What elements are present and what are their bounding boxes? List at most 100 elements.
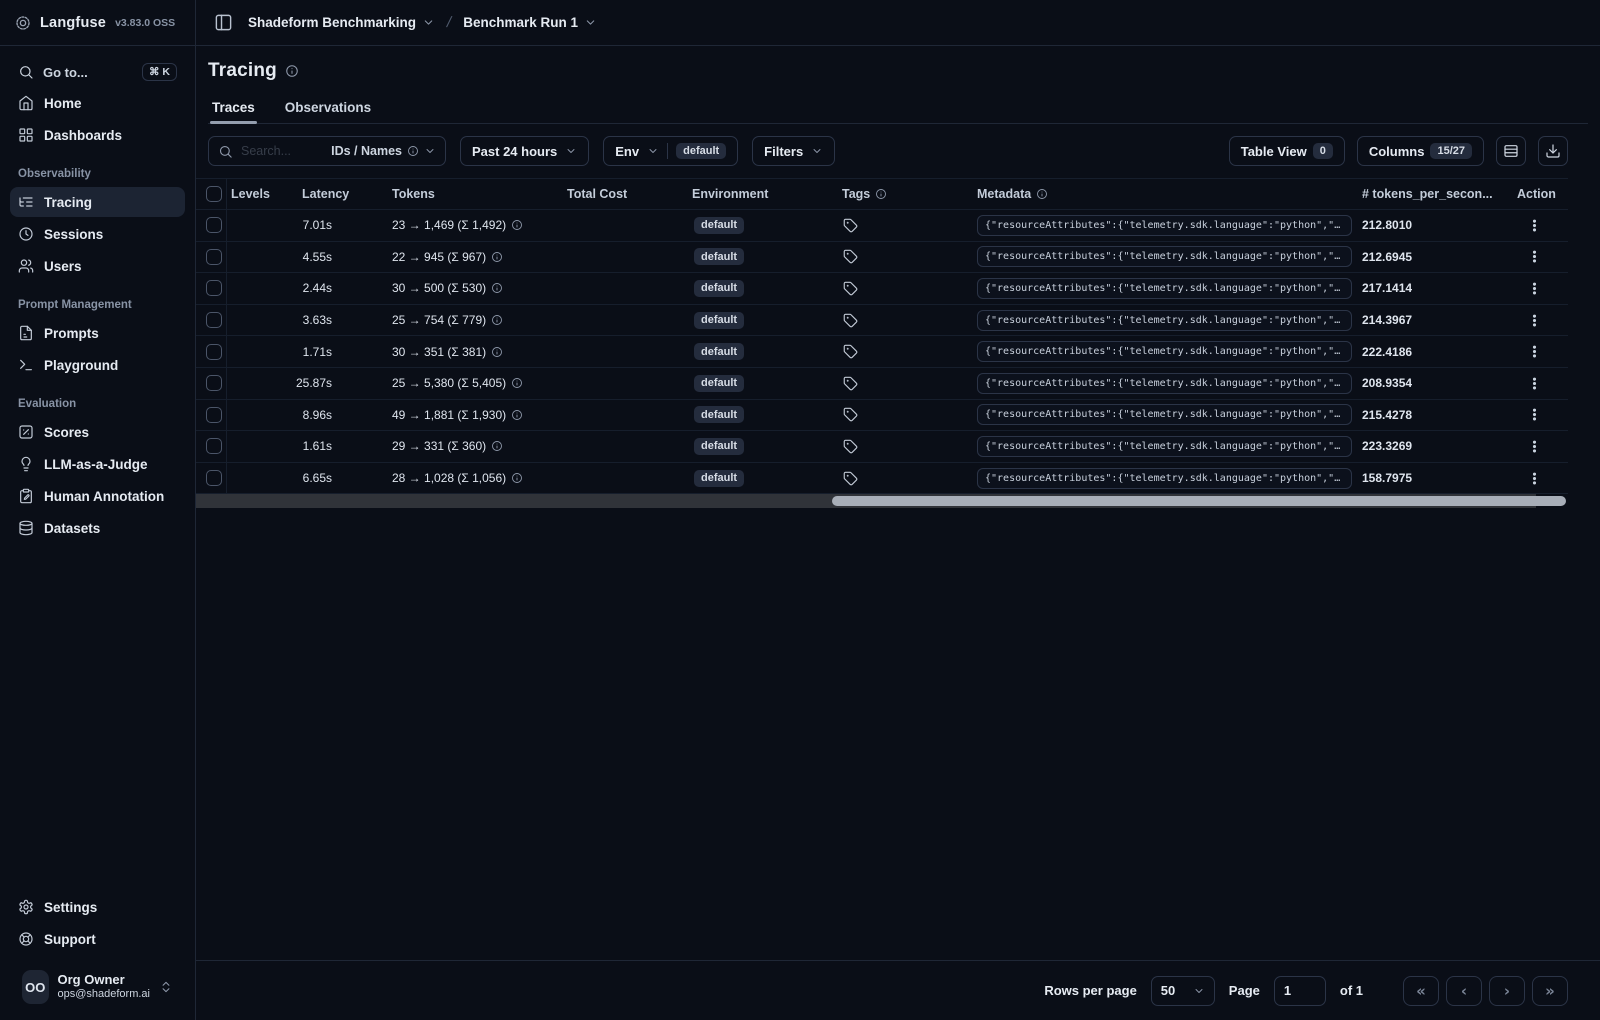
- sidebar-item-sessions[interactable]: Sessions: [10, 219, 185, 249]
- sidebar-item-llm-as-a-judge[interactable]: LLM-as-a-Judge: [10, 449, 185, 479]
- row-checkbox[interactable]: [196, 431, 227, 462]
- column-header-tokens-per-second[interactable]: # tokens_per_secon...: [1358, 187, 1513, 201]
- select-all-checkbox[interactable]: [196, 179, 227, 209]
- breadcrumb-project[interactable]: Benchmark Run 1: [463, 15, 597, 30]
- cell-action[interactable]: [1513, 376, 1568, 391]
- previous-page-button[interactable]: ‹: [1446, 975, 1482, 1006]
- sidebar-item-settings[interactable]: Settings: [10, 892, 185, 922]
- cell-action[interactable]: [1513, 439, 1568, 454]
- user-menu[interactable]: OO Org Owner ops@shadeform.ai: [20, 966, 175, 1008]
- column-header-tokens[interactable]: Tokens: [388, 187, 563, 201]
- sidebar-item-users[interactable]: Users: [10, 251, 185, 281]
- search-control[interactable]: IDs / Names: [208, 136, 446, 166]
- row-checkbox[interactable]: [196, 210, 227, 241]
- row-checkbox[interactable]: [196, 462, 227, 494]
- cell-metadata[interactable]: {"resourceAttributes":{"telemetry.sdk.la…: [973, 246, 1358, 268]
- table-view-button[interactable]: Table View 0: [1228, 136, 1345, 166]
- sidebar-item-dashboards[interactable]: Dashboards: [10, 120, 185, 150]
- export-button[interactable]: [1538, 136, 1568, 166]
- search-mode-selector[interactable]: IDs / Names: [331, 144, 436, 158]
- row-checkbox[interactable]: [196, 399, 227, 431]
- sidebar-item-datasets[interactable]: Datasets: [10, 513, 185, 543]
- cell-action[interactable]: [1513, 407, 1568, 422]
- kebab-menu-icon[interactable]: [1527, 439, 1542, 454]
- kebab-menu-icon[interactable]: [1527, 249, 1542, 264]
- table-row[interactable]: 3.63s 25 → 754 (Σ 779) default {"resourceAt…: [196, 304, 1568, 337]
- row-height-button[interactable]: [1496, 136, 1526, 166]
- table-row[interactable]: 8.96s 49 → 1,881 (Σ 1,930) default {"resour…: [196, 399, 1568, 432]
- kebab-menu-icon[interactable]: [1527, 281, 1542, 296]
- next-page-button[interactable]: ›: [1489, 975, 1525, 1006]
- sidebar-toggle-button[interactable]: [208, 8, 238, 38]
- column-header-metadata[interactable]: Metadata: [973, 187, 1358, 201]
- kebab-menu-icon[interactable]: [1527, 376, 1542, 391]
- last-page-button[interactable]: »: [1532, 975, 1568, 1006]
- row-checkbox[interactable]: [196, 336, 227, 367]
- cell-metadata[interactable]: {"resourceAttributes":{"telemetry.sdk.la…: [973, 277, 1358, 299]
- cell-tags[interactable]: [838, 439, 973, 454]
- env-filter[interactable]: Env default: [603, 136, 739, 166]
- cell-action[interactable]: [1513, 281, 1568, 296]
- kebab-menu-icon[interactable]: [1527, 471, 1542, 486]
- horizontal-scrollbar[interactable]: [196, 494, 1566, 509]
- cell-action[interactable]: [1513, 218, 1568, 233]
- cell-metadata[interactable]: {"resourceAttributes":{"telemetry.sdk.la…: [973, 467, 1358, 489]
- cell-tags[interactable]: [838, 344, 973, 359]
- sidebar-item-support[interactable]: Support: [10, 924, 185, 954]
- cell-tags[interactable]: [838, 313, 973, 328]
- first-page-button[interactable]: «: [1403, 975, 1439, 1006]
- kebab-menu-icon[interactable]: [1527, 344, 1542, 359]
- breadcrumb-org[interactable]: Shadeform Benchmarking: [248, 15, 435, 30]
- table-row[interactable]: 2.44s 30 → 500 (Σ 530) default {"resourceAt…: [196, 273, 1568, 305]
- kebab-menu-icon[interactable]: [1527, 313, 1542, 328]
- sidebar-item-playground[interactable]: Playground: [10, 350, 185, 380]
- sidebar-item-human-annotation[interactable]: Human Annotation: [10, 481, 185, 511]
- cell-metadata[interactable]: {"resourceAttributes":{"telemetry.sdk.la…: [973, 404, 1358, 426]
- cell-action[interactable]: [1513, 344, 1568, 359]
- table-row[interactable]: 7.01s 23 → 1,469 (Σ 1,492) default {"resour…: [196, 210, 1568, 242]
- tab-observations[interactable]: Observations: [283, 94, 373, 123]
- row-checkbox[interactable]: [196, 273, 227, 304]
- table-row[interactable]: 25.87s 25 → 5,380 (Σ 5,405) default {"resou…: [196, 367, 1568, 400]
- sidebar-item-home[interactable]: Home: [10, 88, 185, 118]
- kebab-menu-icon[interactable]: [1527, 407, 1542, 422]
- cell-metadata[interactable]: {"resourceAttributes":{"telemetry.sdk.la…: [973, 214, 1358, 236]
- cell-tags[interactable]: [838, 281, 973, 296]
- cell-tags[interactable]: [838, 471, 973, 486]
- cell-action[interactable]: [1513, 313, 1568, 328]
- search-input[interactable]: [241, 144, 324, 158]
- row-checkbox[interactable]: [196, 367, 227, 399]
- row-checkbox[interactable]: [196, 241, 227, 273]
- filters-button[interactable]: Filters: [752, 136, 836, 166]
- cell-tags[interactable]: [838, 249, 973, 264]
- column-header-latency[interactable]: Latency: [298, 187, 388, 201]
- column-header-levels[interactable]: Levels: [227, 187, 298, 201]
- info-icon[interactable]: [285, 64, 299, 78]
- sidebar-item-prompts[interactable]: Prompts: [10, 318, 185, 348]
- cell-tags[interactable]: [838, 407, 973, 422]
- page-number-input[interactable]: [1273, 975, 1326, 1006]
- cell-metadata[interactable]: {"resourceAttributes":{"telemetry.sdk.la…: [973, 309, 1358, 331]
- cell-tags[interactable]: [838, 218, 973, 233]
- cell-tags[interactable]: [838, 376, 973, 391]
- tab-traces[interactable]: Traces: [210, 94, 257, 124]
- table-row[interactable]: 4.55s 22 → 945 (Σ 967) default {"resourceAt…: [196, 241, 1568, 274]
- time-range-filter[interactable]: Past 24 hours: [460, 136, 590, 166]
- column-header-total-cost[interactable]: Total Cost: [563, 187, 688, 201]
- table-row[interactable]: 1.71s 30 → 351 (Σ 381) default {"resourceAt…: [196, 336, 1568, 368]
- cell-action[interactable]: [1513, 471, 1568, 486]
- table-row[interactable]: 1.61s 29 → 331 (Σ 360) default {"resourceAt…: [196, 431, 1568, 463]
- column-header-tags[interactable]: Tags: [838, 187, 973, 201]
- sidebar-item-scores[interactable]: Scores: [10, 417, 185, 447]
- columns-button[interactable]: Columns 15/27: [1356, 136, 1484, 166]
- cell-metadata[interactable]: {"resourceAttributes":{"telemetry.sdk.la…: [973, 341, 1358, 363]
- table-row[interactable]: 6.65s 28 → 1,028 (Σ 1,056) default {"resour…: [196, 462, 1568, 495]
- sidebar-item-tracing[interactable]: Tracing: [10, 187, 185, 217]
- goto-search-button[interactable]: Go to... ⌘ K: [10, 56, 185, 88]
- rows-per-page-select[interactable]: 50: [1150, 975, 1215, 1006]
- column-header-environment[interactable]: Environment: [688, 187, 838, 201]
- row-checkbox[interactable]: [196, 304, 227, 336]
- cell-action[interactable]: [1513, 249, 1568, 264]
- cell-metadata[interactable]: {"resourceAttributes":{"telemetry.sdk.la…: [973, 372, 1358, 394]
- kebab-menu-icon[interactable]: [1527, 218, 1542, 233]
